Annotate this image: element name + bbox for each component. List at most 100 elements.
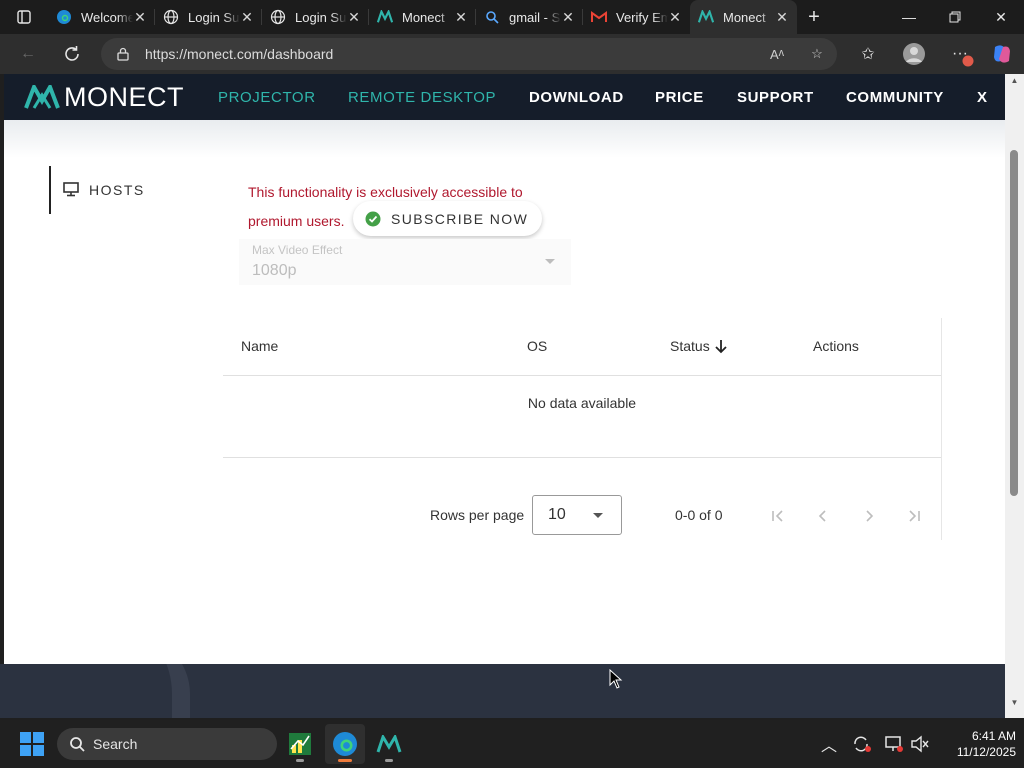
back-arrow-icon: ← [20,45,36,62]
tab-actions-button[interactable] [0,0,48,34]
nav-more[interactable]: X [977,89,988,106]
nav-projector[interactable]: PROJECTOR [218,89,316,106]
back-button[interactable]: ← [14,40,42,68]
search-placeholder: Search [93,736,138,752]
profile-avatar-icon [903,43,925,65]
close-icon[interactable]: ✕ [775,10,789,24]
sidebar-item-hosts[interactable]: HOSTS [49,166,145,214]
network-button[interactable] [882,732,906,756]
tab-title: gmail - S [509,9,561,25]
browser-tab-verify-email[interactable]: Verify Em ✕ [583,0,690,34]
subscribe-label: SUBSCRIBE NOW [391,210,529,227]
read-aloud-icon[interactable]: Aʌ [757,47,797,62]
close-icon[interactable]: ✕ [347,10,361,24]
copilot-icon [994,45,1010,63]
nav-support[interactable]: SUPPORT [737,89,814,106]
chevron-left-icon [818,510,826,522]
last-page-button[interactable] [904,506,924,526]
lock-icon [101,47,145,61]
browser-tab-login-1[interactable]: Login Su ✕ [155,0,262,34]
globe-icon [270,9,286,25]
first-page-button[interactable] [768,506,788,526]
sidebar-item-label: HOSTS [89,182,145,198]
scrollbar-thumb[interactable] [1010,150,1018,496]
monitor-icon [63,182,79,197]
refresh-button[interactable] [58,40,86,68]
close-icon[interactable]: ✕ [240,10,254,24]
windows-taskbar: Search ︿ 6:41 AM 11/12/2025 [0,720,1024,768]
check-circle-icon [365,211,381,226]
scroll-up-icon[interactable]: ▲ [1009,76,1020,85]
site-nav-bar: MONECT PROJECTOR REMOTE DESKTOP DOWNLOAD… [4,74,1005,120]
minimize-button[interactable]: — [886,0,932,34]
taskbar-app-monect[interactable] [369,724,409,764]
sync-icon [854,736,871,752]
select-label: Max Video Effect [252,243,343,257]
taskbar-search[interactable]: Search [57,728,277,760]
favorite-star-icon[interactable]: ☆ [797,46,837,62]
restore-button[interactable] [932,0,978,34]
new-tab-button[interactable]: + [797,0,831,34]
monect-logo[interactable]: MONECT [24,82,184,112]
nav-download[interactable]: DOWNLOAD [529,89,624,106]
monect-logo-icon [24,85,60,109]
previous-page-button[interactable] [813,506,833,526]
refresh-icon [65,46,79,61]
first-page-icon [772,510,783,522]
globe-icon [163,9,179,25]
column-status[interactable]: Status [670,338,729,354]
url-text: https://monect.com/dashboard [145,46,334,62]
browser-tab-login-2[interactable]: Login Su ✕ [262,0,369,34]
start-button[interactable] [20,732,44,756]
browser-tab-gmail-search[interactable]: gmail - S ✕ [476,0,583,34]
url-field[interactable]: https://monect.com/dashboard Aʌ ☆ [101,38,837,70]
taskbar-clock[interactable]: 6:41 AM 11/12/2025 [936,728,1016,760]
table-pagination: Rows per page 10 0-0 of 0 [223,458,941,540]
plus-icon: + [808,5,820,28]
monect-icon [376,735,402,753]
browser-tab-monect-active[interactable]: Monect ✕ [690,0,797,34]
settings-more-button[interactable]: ··· [946,40,974,68]
rows-per-page-label: Rows per page [430,507,525,523]
max-video-effect-select[interactable]: Max Video Effect 1080p [239,239,571,285]
close-icon[interactable]: ✕ [454,10,468,24]
clock-time: 6:41 AM [971,729,1016,743]
taskbar-app-edge[interactable] [325,724,365,764]
site-footer [0,664,1005,718]
close-icon[interactable]: ✕ [561,10,575,24]
subscribe-now-button[interactable]: SUBSCRIBE NOW [353,201,542,236]
tab-title: Monect [723,9,766,25]
search-icon [484,9,500,25]
favorites-button[interactable]: ✩ [854,40,882,68]
browser-tab-welcome[interactable]: Welcome ✕ [48,0,155,34]
column-os[interactable]: OS [527,338,547,354]
column-actions: Actions [813,338,859,354]
profile-button[interactable] [900,40,928,68]
taskbar-app-chart[interactable] [280,724,320,764]
column-name[interactable]: Name [241,338,278,354]
close-icon[interactable]: ✕ [668,10,682,24]
close-icon[interactable]: ✕ [133,10,147,24]
browser-tab-monect-1[interactable]: Monect ✕ [369,0,476,34]
rows-per-page-select[interactable]: 10 [532,495,622,535]
close-window-button[interactable]: ✕ [978,0,1024,34]
next-page-button[interactable] [859,506,879,526]
edge-icon [333,732,357,756]
rows-per-page-value: 10 [548,506,566,523]
nav-shadow [4,120,1005,158]
tab-actions-icon [17,10,31,24]
scroll-down-icon[interactable]: ▼ [1009,698,1020,707]
volume-button[interactable] [908,732,932,756]
nav-community[interactable]: COMMUNITY [846,89,944,106]
address-bar-row: ← https://monect.com/dashboard Aʌ ☆ ✩ ··… [0,34,1024,74]
copilot-button[interactable] [988,40,1016,68]
page-scrollbar[interactable]: ▲ ▼ [1005,74,1024,718]
web-page: MONECT PROJECTOR REMOTE DESKTOP DOWNLOAD… [4,74,1005,664]
network-icon [885,736,903,752]
chart-app-icon [289,733,311,755]
nav-price[interactable]: PRICE [655,89,704,106]
edge-icon [56,9,72,25]
show-hidden-icons-button[interactable]: ︿ [817,732,841,756]
sync-status-button[interactable] [850,732,874,756]
nav-remote-desktop[interactable]: REMOTE DESKTOP [348,89,496,106]
